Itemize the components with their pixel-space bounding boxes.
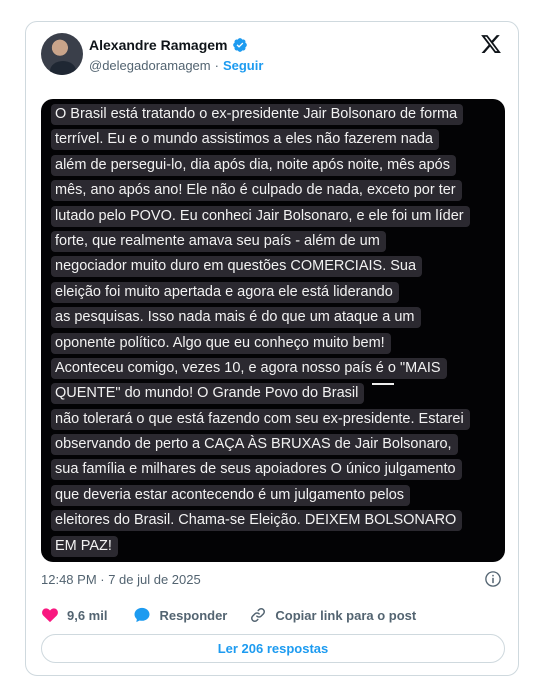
image-text-line: observando de perto a CAÇA ÀS BRUXAS de … xyxy=(51,434,458,456)
image-text-line: lutado pelo POVO. Eu conheci Jair Bolson… xyxy=(51,205,470,227)
image-text-line: O Brasil está tratando o ex-presidente J… xyxy=(51,104,464,125)
image-text-line: terrível. Eu e o mundo assistimos a eles… xyxy=(51,129,439,151)
post-timestamp[interactable]: 12:48 PM · 7 de jul de 2025 xyxy=(41,572,201,587)
author-name[interactable]: Alexandre Ramagem xyxy=(89,37,228,53)
post-image[interactable]: O Brasil está tratando o ex-presidente J… xyxy=(41,99,505,562)
image-text-line: EM PAZ! xyxy=(51,535,118,557)
author-name-row: Alexandre Ramagem xyxy=(89,37,248,53)
image-text-line: eleição foi muito apertada e agora ele e… xyxy=(51,281,399,303)
image-text-line: QUENTE" do mundo! O Grande Povo do Brasi… xyxy=(51,383,365,405)
image-text-line: eleitores do Brasil. Chama-se Eleição. D… xyxy=(51,510,463,532)
copy-link-button[interactable]: Copiar link para o post xyxy=(249,606,416,624)
link-icon xyxy=(251,608,266,622)
copy-link-label: Copiar link para o post xyxy=(275,607,417,623)
x-logo-icon[interactable] xyxy=(480,33,502,55)
follow-button[interactable]: Seguir xyxy=(223,58,263,73)
image-text-line: sua família e milhares de seus apoiadore… xyxy=(51,459,462,481)
author-handle[interactable]: @delegadoramagem xyxy=(89,58,211,73)
like-button[interactable]: 9,6 mil xyxy=(41,606,107,624)
image-text-line: as pesquisas. Isso nada mais é do que um… xyxy=(51,307,421,329)
image-text-line: forte, que realmente amava seu país - al… xyxy=(51,230,386,252)
author-avatar[interactable] xyxy=(41,33,83,75)
speech-bubble-icon xyxy=(134,607,150,623)
em-dash-mark xyxy=(372,383,394,385)
image-text-line: Aconteceu comigo, vezes 10, e agora noss… xyxy=(51,357,447,379)
post-actions: 9,6 mil Responder Copiar link para o pos… xyxy=(41,606,416,624)
like-count: 9,6 mil xyxy=(67,607,108,623)
separator-dot: · xyxy=(214,58,219,73)
author-handle-row: @delegadoramagem · Seguir xyxy=(89,58,263,73)
embedded-post-card: Alexandre Ramagem @delegadoramagem · Seg… xyxy=(25,21,519,676)
image-text-line: oponente político. Algo que eu conheço m… xyxy=(51,332,391,354)
verified-badge-icon xyxy=(232,38,247,52)
image-text-line: mês, ano após ano! Ele não é culpado de … xyxy=(51,180,462,202)
reply-button[interactable]: Responder xyxy=(133,606,227,624)
image-text-line: que deveria estar acontecendo é um julga… xyxy=(51,484,411,506)
info-icon[interactable] xyxy=(484,570,502,588)
image-text-line: não tolerará o que está fazendo com seu … xyxy=(51,408,470,430)
read-replies-button[interactable]: Ler 206 respostas xyxy=(41,634,505,663)
image-text-block: O Brasil está tratando o ex-presidente J… xyxy=(51,104,499,561)
image-text-line: negociador muito duro em questões COMERC… xyxy=(51,256,423,278)
heart-icon xyxy=(42,608,58,623)
image-text-line: além de persegui-lo, dia após dia, noite… xyxy=(51,154,456,176)
reply-label: Responder xyxy=(159,607,228,623)
